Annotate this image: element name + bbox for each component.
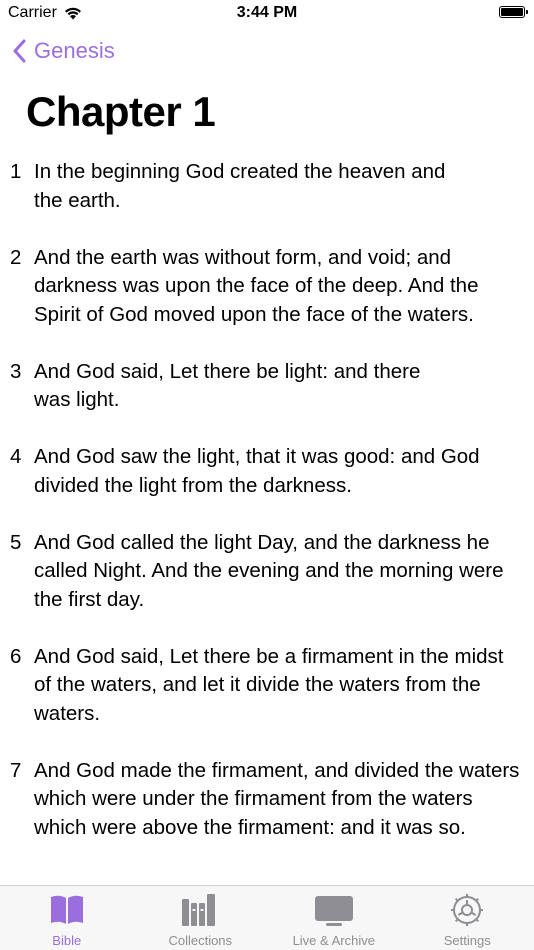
verse-item[interactable]: 3 And God said, Let there be light: and … (0, 358, 534, 415)
verse-number: 6 (10, 644, 22, 668)
tab-label: Settings (443, 933, 491, 948)
verse-list[interactable]: 1 In the beginning God created the heave… (0, 158, 534, 886)
chapter-title: Chapter 1 (26, 88, 216, 135)
verse-item[interactable]: 2 And the earth was without form, and vo… (0, 244, 534, 330)
chevron-left-icon (13, 39, 26, 63)
verse-item[interactable]: 4 And God saw the light, that it was goo… (0, 443, 534, 500)
verse-text: And God said, Let there be a firmament i… (34, 644, 504, 725)
books-icon (182, 894, 216, 926)
verse-text: And God called the light Day, and the da… (34, 530, 504, 611)
back-button-label: Genesis (34, 38, 115, 63)
verse-number: 5 (10, 530, 22, 554)
verse-item[interactable]: 6 And God said, Let there be a firmament… (0, 643, 534, 729)
verse-text: And the earth was without form, and void… (34, 245, 479, 326)
status-bar: Carrier 3:44 PM (0, 0, 534, 30)
verse-text: And God said, Let there be light: and th… (34, 359, 421, 412)
tab-collections[interactable]: Collections (134, 886, 268, 950)
verse-text: And God made the firmament, and divided … (34, 758, 520, 839)
verse-number: 7 (10, 758, 22, 782)
tab-label: Live & Archive (292, 933, 375, 948)
open-book-icon (50, 895, 83, 924)
verse-item[interactable]: 5 And God called the light Day, and the … (0, 529, 534, 615)
gear-icon (451, 894, 484, 926)
tab-live-archive[interactable]: Live & Archive (267, 886, 401, 950)
back-button[interactable]: Genesis (12, 38, 115, 64)
verse-number: 1 (10, 160, 22, 183)
verse-text: In the beginning God created the heaven … (34, 160, 446, 212)
display-icon (314, 896, 353, 926)
tab-label: Bible (52, 933, 82, 948)
tab-settings[interactable]: Settings (401, 886, 534, 950)
tab-bible[interactable]: Bible (0, 886, 134, 950)
verse-text: And God saw the light, that it was good:… (34, 445, 480, 497)
verse-item[interactable]: 7 And God made the firmament, and divide… (0, 757, 534, 843)
verse-number: 4 (10, 445, 22, 468)
battery-icon (499, 6, 528, 18)
verse-number: 2 (10, 245, 22, 269)
tab-label: Collections (168, 933, 233, 948)
verse-number: 3 (10, 359, 22, 383)
verse-item[interactable]: 1 In the beginning God created the heave… (0, 158, 534, 215)
status-time: 3:44 PM (236, 4, 298, 21)
tab-bar: Bible Collections Live & Archive Setting… (0, 885, 534, 950)
